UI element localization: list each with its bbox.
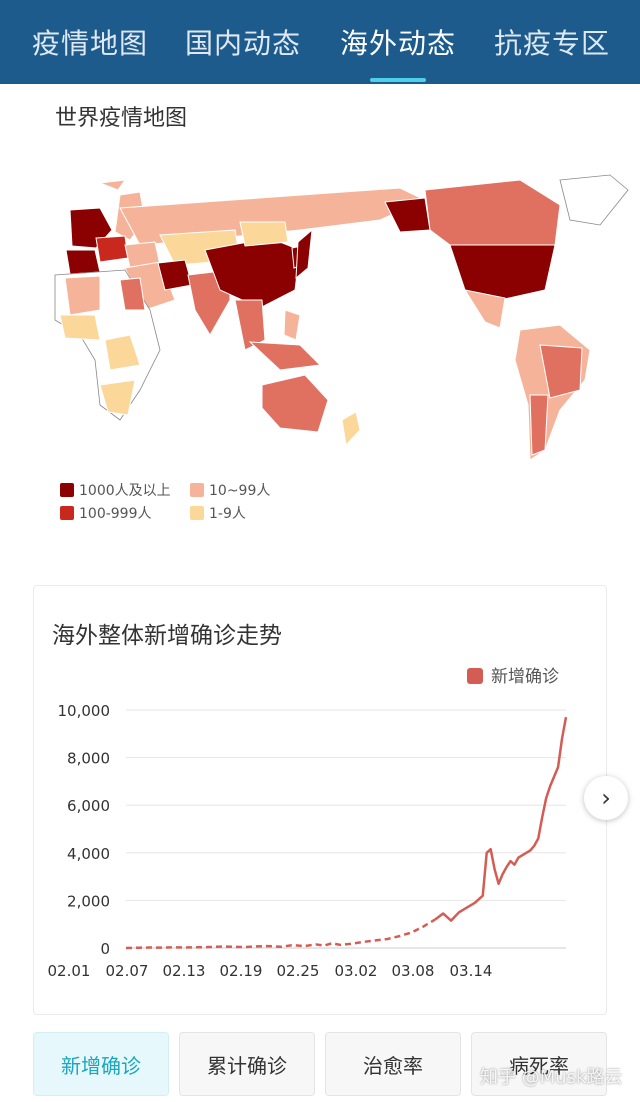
metric-total-confirmed-button[interactable]: 累计确诊	[179, 1032, 315, 1096]
tab-epidemic-map[interactable]: 疫情地图	[20, 0, 160, 84]
map-region-mongolia[interactable]	[239, 221, 289, 247]
metric-new-confirmed-button[interactable]: 新增确诊	[33, 1032, 169, 1096]
watermark: 知乎 @Musk路云	[480, 1067, 623, 1088]
map-region-canada[interactable]	[424, 179, 561, 246]
legend-swatch	[190, 506, 204, 520]
map-region-west-africa[interactable]	[59, 314, 101, 341]
legend-swatch	[60, 483, 74, 497]
x-tick-label: 02.25	[277, 962, 320, 980]
trend-card: 海外整体新增确诊走势 10,000 8,000 6,000 4,000 2,000 0 02…	[33, 585, 607, 1015]
world-epidemic-map[interactable]	[0, 150, 640, 470]
map-region-south-africa[interactable]	[99, 379, 136, 416]
map-region-greenland[interactable]	[559, 174, 629, 226]
y-tick-label: 2,000	[67, 892, 110, 910]
chevron-right-icon: ›	[601, 784, 611, 812]
map-title: 世界疫情地图	[55, 106, 188, 131]
x-tick-label: 03.02	[335, 962, 378, 980]
metric-cure-rate-button[interactable]: 治愈率	[325, 1032, 461, 1096]
top-tab-bar: 疫情地图 国内动态 海外动态 抗疫专区	[0, 0, 640, 84]
y-tick-label: 10,000	[58, 702, 111, 720]
map-region-iberia[interactable]	[65, 249, 101, 275]
map-region-north-africa[interactable]	[64, 275, 101, 316]
map-region-egypt[interactable]	[119, 277, 146, 311]
x-tick-label: 03.08	[392, 962, 435, 980]
legend-swatch	[467, 668, 483, 684]
legend-label: 新增确诊	[491, 667, 559, 687]
next-chart-button[interactable]: ›	[584, 776, 628, 820]
map-region-iceland[interactable]	[99, 179, 127, 191]
legend-item-10-99: 10~99人	[190, 480, 270, 500]
tab-domestic-news[interactable]: 国内动态	[173, 0, 313, 84]
tab-anti-epidemic-zone[interactable]: 抗疫专区	[482, 0, 622, 84]
active-tab-indicator	[370, 78, 426, 82]
legend-item-1-9: 1-9人	[190, 503, 246, 523]
trend-line-chart: 10,000 8,000 6,000 4,000 2,000 0 02.01 02.07 02.…	[48, 667, 568, 980]
series-line	[434, 716, 568, 922]
map-region-new-zealand[interactable]	[341, 411, 361, 447]
legend-swatch	[60, 506, 74, 520]
map-region-japan[interactable]	[295, 228, 313, 280]
legend-item-1000-plus: 1000人及以上	[60, 480, 171, 500]
series-line-low	[125, 918, 436, 950]
x-tick-label: 02.01	[48, 962, 91, 980]
y-tick-label: 6,000	[67, 797, 110, 815]
tab-overseas-news[interactable]: 海外动态	[328, 0, 468, 84]
map-region-australia[interactable]	[261, 374, 329, 433]
y-tick-label: 4,000	[67, 845, 110, 863]
map-region-philippines[interactable]	[283, 309, 301, 341]
x-tick-label: 02.07	[106, 962, 149, 980]
map-region-central-europe[interactable]	[95, 235, 129, 263]
x-tick-label: 03.14	[450, 962, 493, 980]
legend-item-100-999: 100-999人	[60, 503, 152, 523]
legend-swatch	[190, 483, 204, 497]
y-tick-label: 8,000	[67, 750, 110, 768]
x-tick-label: 02.13	[163, 962, 206, 980]
map-region-argentina[interactable]	[529, 394, 549, 456]
map-region-indonesia[interactable]	[248, 341, 322, 371]
y-tick-label: 0	[100, 940, 110, 958]
map-region-alaska[interactable]	[384, 197, 431, 233]
x-tick-label: 02.19	[220, 962, 263, 980]
